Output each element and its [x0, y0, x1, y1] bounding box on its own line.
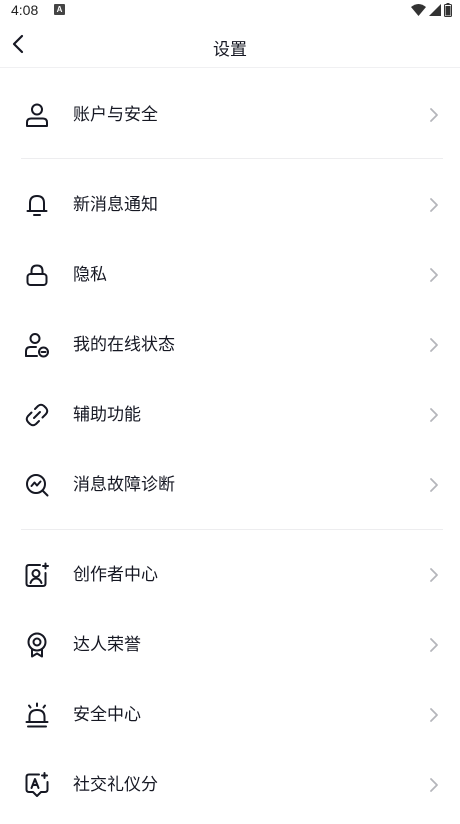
link-icon — [24, 402, 50, 428]
status-time: 4:08 — [11, 2, 39, 18]
person-icon — [24, 102, 50, 128]
setting-item-label: 新消息通知 — [73, 195, 158, 215]
diagnose-icon — [24, 472, 50, 498]
chevron-right-icon — [430, 408, 438, 422]
chevron-right-icon — [430, 268, 438, 282]
setting-item-label: 创作者中心 — [73, 565, 158, 585]
setting-item-label: 隐私 — [73, 265, 107, 285]
social-score-icon — [24, 772, 50, 798]
chevron-right-icon — [430, 638, 438, 652]
battery-icon — [444, 3, 452, 17]
setting-item-social-etiquette-score[interactable]: 社交礼仪分 — [0, 750, 460, 820]
setting-item-expert-honors[interactable]: 达人荣誉 — [0, 610, 460, 680]
person-status-icon — [24, 332, 50, 358]
chevron-right-icon — [430, 778, 438, 792]
chevron-right-icon — [430, 198, 438, 212]
chevron-right-icon — [430, 568, 438, 582]
setting-item-label: 账户与安全 — [73, 105, 158, 125]
wifi-icon — [411, 4, 426, 16]
settings-group-community: 创作者中心 达人荣誉 安全中心 社交礼仪分 — [0, 540, 460, 820]
status-icons — [411, 2, 452, 18]
bell-icon — [24, 192, 50, 218]
settings-group-account: 账户与安全 — [0, 80, 460, 150]
setting-item-privacy[interactable]: 隐私 — [0, 240, 460, 310]
section-divider — [21, 158, 443, 159]
signal-icon — [429, 4, 441, 16]
setting-item-creator-center[interactable]: 创作者中心 — [0, 540, 460, 610]
setting-item-label: 消息故障诊断 — [73, 475, 175, 495]
chevron-right-icon — [430, 478, 438, 492]
page-title: 设置 — [213, 40, 247, 60]
setting-item-online-status[interactable]: 我的在线状态 — [0, 310, 460, 380]
setting-item-accessibility[interactable]: 辅助功能 — [0, 380, 460, 450]
settings-group-general: 新消息通知 隐私 我的在线状态 辅助功能 消息故障诊断 — [0, 170, 460, 520]
chevron-right-icon — [430, 338, 438, 352]
chevron-right-icon — [430, 108, 438, 122]
setting-item-account-security[interactable]: 账户与安全 — [0, 80, 460, 150]
setting-item-label: 安全中心 — [73, 705, 141, 725]
setting-item-label: 社交礼仪分 — [73, 775, 158, 795]
status-bar: 4:08 A — [0, 0, 460, 22]
alarm-icon — [24, 702, 50, 728]
setting-item-label: 辅助功能 — [73, 405, 141, 425]
setting-item-notifications[interactable]: 新消息通知 — [0, 170, 460, 240]
section-divider — [21, 529, 443, 530]
setting-item-safety-center[interactable]: 安全中心 — [0, 680, 460, 750]
setting-item-label: 我的在线状态 — [73, 335, 175, 355]
setting-item-label: 达人荣誉 — [73, 635, 141, 655]
setting-item-message-diagnosis[interactable]: 消息故障诊断 — [0, 450, 460, 520]
creator-icon — [24, 562, 50, 588]
notification-a-icon: A — [54, 4, 65, 15]
lock-icon — [24, 262, 50, 288]
badge-icon — [24, 632, 50, 658]
chevron-right-icon — [430, 708, 438, 722]
nav-bar: 设置 — [0, 22, 460, 68]
